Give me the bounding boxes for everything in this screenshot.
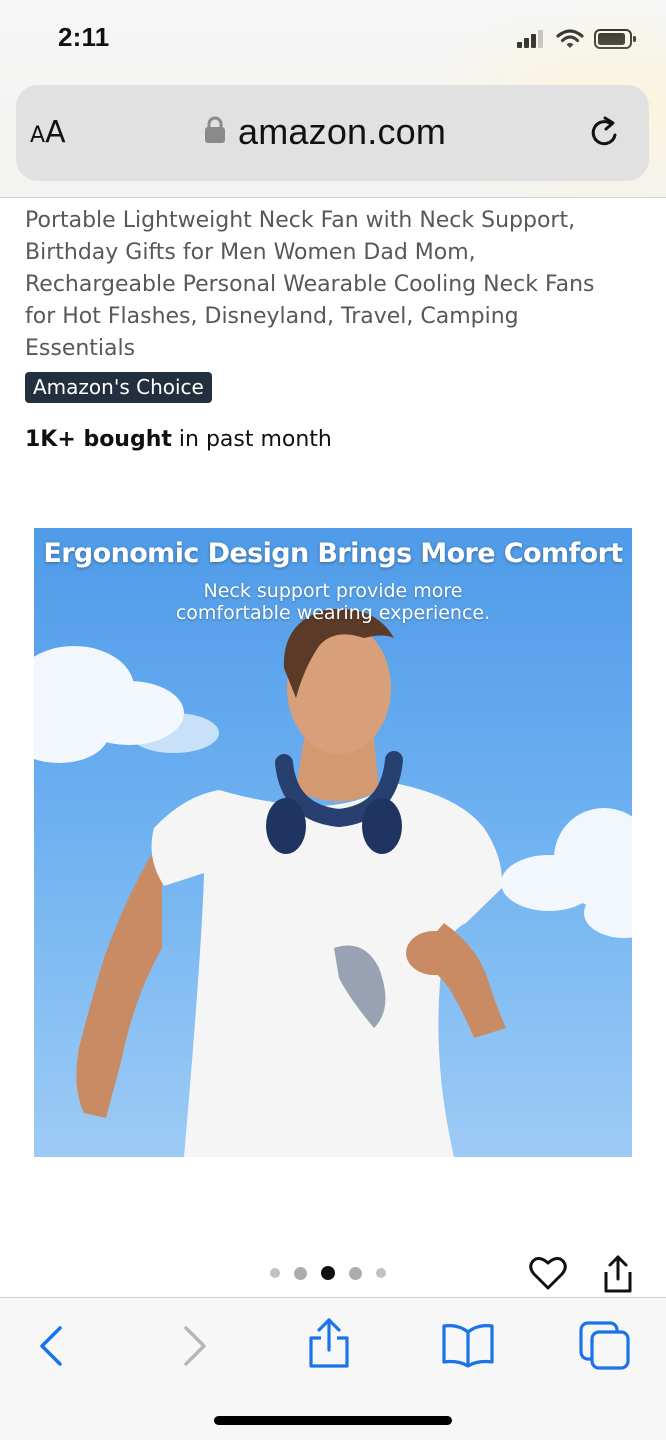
cellular-signal-icon: [516, 29, 546, 54]
home-indicator[interactable]: [214, 1416, 452, 1425]
share-page-button[interactable]: [305, 1316, 353, 1368]
carousel-dot[interactable]: [349, 1266, 362, 1280]
image-subline: Neck support provide more comfortable we…: [34, 580, 632, 624]
text-size-button[interactable]: A A: [30, 115, 90, 155]
carousel-dot[interactable]: [294, 1266, 307, 1280]
cloud-right: [501, 808, 632, 938]
image-subline-2: comfortable wearing experience.: [175, 602, 491, 624]
chevron-left-icon: [40, 1326, 62, 1366]
status-time: 2:11: [58, 22, 110, 52]
image-headline: Ergonomic Design Brings More Comfort: [43, 538, 623, 569]
add-to-list-button[interactable]: [528, 1254, 568, 1292]
reload-button[interactable]: [585, 113, 625, 153]
carousel-dot[interactable]: [376, 1268, 386, 1278]
back-button[interactable]: [30, 1322, 78, 1370]
url-display[interactable]: amazon.com: [204, 111, 446, 153]
bought-count: 1K+ bought: [25, 427, 172, 452]
browser-top-chrome: 2:11 A A amazon.com: [0, 0, 666, 198]
share-product-button[interactable]: [600, 1254, 636, 1294]
reload-icon: [591, 116, 617, 146]
bookmarks-button[interactable]: [440, 1320, 496, 1368]
cloud-left: [34, 646, 219, 763]
chevron-right-icon: [184, 1326, 206, 1366]
book-icon: [442, 1324, 494, 1368]
text-size-large-label: A: [45, 115, 66, 150]
amazons-choice-badge: Amazon's Choice: [25, 372, 212, 403]
share-icon: [309, 1318, 349, 1368]
product-image[interactable]: Ergonomic Design Brings More Comfort Nec…: [34, 528, 632, 1157]
heart-icon: [529, 1256, 567, 1290]
bought-in-past-month: 1K+ bought in past month: [25, 424, 332, 456]
address-bar[interactable]: A A amazon.com: [16, 85, 649, 181]
lock-icon: [204, 115, 226, 150]
battery-icon: [594, 28, 638, 55]
image-carousel-dots[interactable]: [270, 1266, 386, 1280]
url-text: amazon.com: [238, 111, 447, 152]
bought-suffix: in past month: [171, 427, 332, 452]
carousel-dot[interactable]: [270, 1268, 280, 1278]
image-subline-1: Neck support provide more: [203, 580, 463, 602]
wifi-icon: [556, 28, 584, 55]
text-size-small-label: A: [30, 123, 46, 148]
tabs-button[interactable]: [578, 1320, 632, 1372]
share-icon: [604, 1255, 632, 1293]
product-title[interactable]: Portable Lightweight Neck Fan with Neck …: [25, 205, 625, 365]
tabs-icon: [579, 1321, 630, 1370]
forward-button[interactable]: [170, 1322, 218, 1370]
status-icons: [516, 28, 638, 55]
carousel-dot-active[interactable]: [321, 1266, 335, 1280]
